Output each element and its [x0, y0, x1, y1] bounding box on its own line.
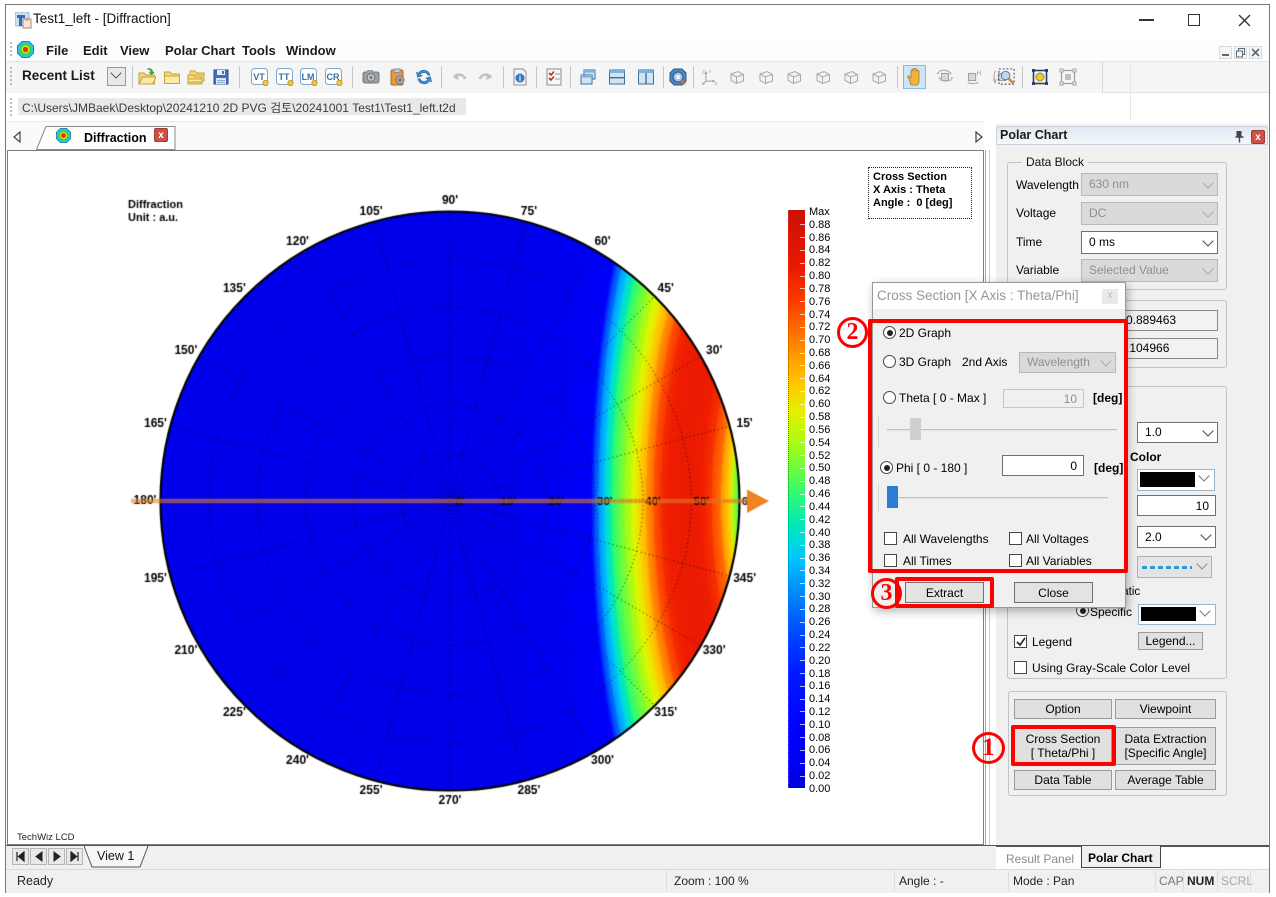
svg-text:VT: VT [253, 72, 265, 82]
svg-text:LM: LM [302, 72, 315, 82]
svg-text:Z: Z [702, 70, 705, 76]
svg-text:H: H [977, 70, 982, 77]
svg-text:X: X [714, 81, 718, 86]
svg-text:TT: TT [279, 72, 290, 82]
svg-text:Y: Y [708, 69, 712, 75]
svg-text:i: i [519, 74, 521, 83]
